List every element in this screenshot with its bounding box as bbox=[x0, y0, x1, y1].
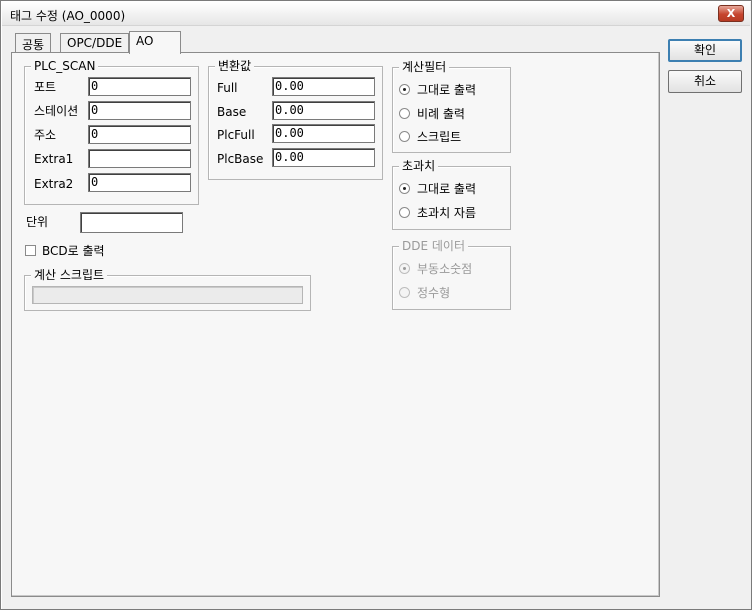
extra2-label: Extra2 bbox=[34, 177, 74, 191]
plcbase-input[interactable]: 0.00 bbox=[272, 148, 375, 167]
unit-label: 단위 bbox=[26, 215, 49, 229]
close-button[interactable]: X bbox=[718, 5, 744, 22]
extra2-input[interactable]: 0 bbox=[88, 173, 191, 192]
cancel-button[interactable]: 취소 bbox=[668, 70, 742, 93]
dde-integer-radio[interactable]: 정수형 bbox=[399, 284, 450, 301]
ok-button[interactable]: 확인 bbox=[668, 39, 742, 62]
tag-edit-dialog: 태그 수정 (AO_0000) X 공통 OPC/DDE AO 확인 취소 PL… bbox=[0, 0, 752, 610]
calc-filter-option-label: 그대로 출력 bbox=[417, 83, 477, 97]
tab-common-label: 공통 bbox=[22, 38, 45, 52]
dde-float-radio[interactable]: 부동소숫점 bbox=[399, 260, 472, 277]
radio-dot bbox=[399, 287, 410, 298]
calc-filter-script-radio[interactable]: 스크립트 bbox=[399, 128, 461, 145]
station-input[interactable]: 0 bbox=[88, 101, 191, 120]
plcfull-label: PlcFull bbox=[217, 128, 255, 142]
title-bar: 태그 수정 (AO_0000) X bbox=[2, 2, 750, 26]
extra1-input[interactable] bbox=[88, 149, 191, 168]
address-input[interactable]: 0 bbox=[88, 125, 191, 144]
tab-ao-label: AO bbox=[136, 34, 154, 48]
calc-filter-passthrough-radio[interactable]: 그대로 출력 bbox=[399, 81, 476, 98]
bcd-output-label: BCD로 출력 bbox=[42, 244, 105, 258]
tab-common[interactable]: 공통 bbox=[15, 33, 52, 53]
full-label: Full bbox=[217, 81, 238, 95]
radio-dot bbox=[399, 131, 410, 142]
plc-scan-title: PLC_SCAN bbox=[31, 59, 99, 73]
plcfull-input[interactable]: 0.00 bbox=[272, 124, 375, 143]
calc-filter-option-label: 스크립트 bbox=[417, 130, 462, 144]
overflow-title: 초과치 bbox=[399, 159, 439, 173]
overflow-option-label: 그대로 출력 bbox=[417, 182, 477, 196]
dde-option-label: 부동소숫점 bbox=[417, 262, 473, 276]
calc-filter-proportional-radio[interactable]: 비례 출력 bbox=[399, 105, 465, 122]
port-input[interactable]: 0 bbox=[88, 77, 191, 96]
unit-input[interactable] bbox=[80, 212, 183, 233]
overflow-clip-radio[interactable]: 초과치 자름 bbox=[399, 204, 476, 221]
dde-data-title: DDE 데이터 bbox=[399, 239, 468, 253]
full-input[interactable]: 0.00 bbox=[272, 77, 375, 96]
dde-option-label: 정수형 bbox=[417, 286, 451, 300]
overflow-passthrough-radio[interactable]: 그대로 출력 bbox=[399, 180, 476, 197]
radio-dot bbox=[399, 207, 410, 218]
tab-opc-dde-label: OPC/DDE bbox=[67, 36, 123, 50]
address-label: 주소 bbox=[34, 128, 57, 142]
radio-dot bbox=[399, 183, 410, 194]
port-label: 포트 bbox=[34, 80, 57, 94]
bcd-output-checkbox[interactable]: BCD로 출력 bbox=[25, 242, 105, 259]
calc-filter-option-label: 비례 출력 bbox=[417, 107, 465, 121]
close-icon: X bbox=[726, 7, 736, 20]
base-input[interactable]: 0.00 bbox=[272, 101, 375, 120]
extra1-label: Extra1 bbox=[34, 152, 74, 166]
checkbox-box bbox=[25, 245, 36, 256]
station-label: 스테이션 bbox=[34, 104, 79, 118]
calc-script-title: 계산 스크립트 bbox=[31, 268, 108, 282]
base-label: Base bbox=[217, 105, 247, 119]
calc-filter-title: 계산필터 bbox=[399, 60, 450, 74]
radio-dot bbox=[399, 108, 410, 119]
plcbase-label: PlcBase bbox=[217, 152, 264, 166]
overflow-option-label: 초과치 자름 bbox=[417, 206, 477, 220]
window-title: 태그 수정 (AO_0000) bbox=[10, 9, 126, 23]
calc-script-input[interactable] bbox=[32, 286, 303, 304]
tab-opc-dde[interactable]: OPC/DDE bbox=[60, 33, 130, 53]
tab-ao[interactable]: AO bbox=[129, 31, 181, 54]
conversion-title: 변환값 bbox=[215, 59, 255, 73]
radio-dot bbox=[399, 84, 410, 95]
radio-dot bbox=[399, 263, 410, 274]
